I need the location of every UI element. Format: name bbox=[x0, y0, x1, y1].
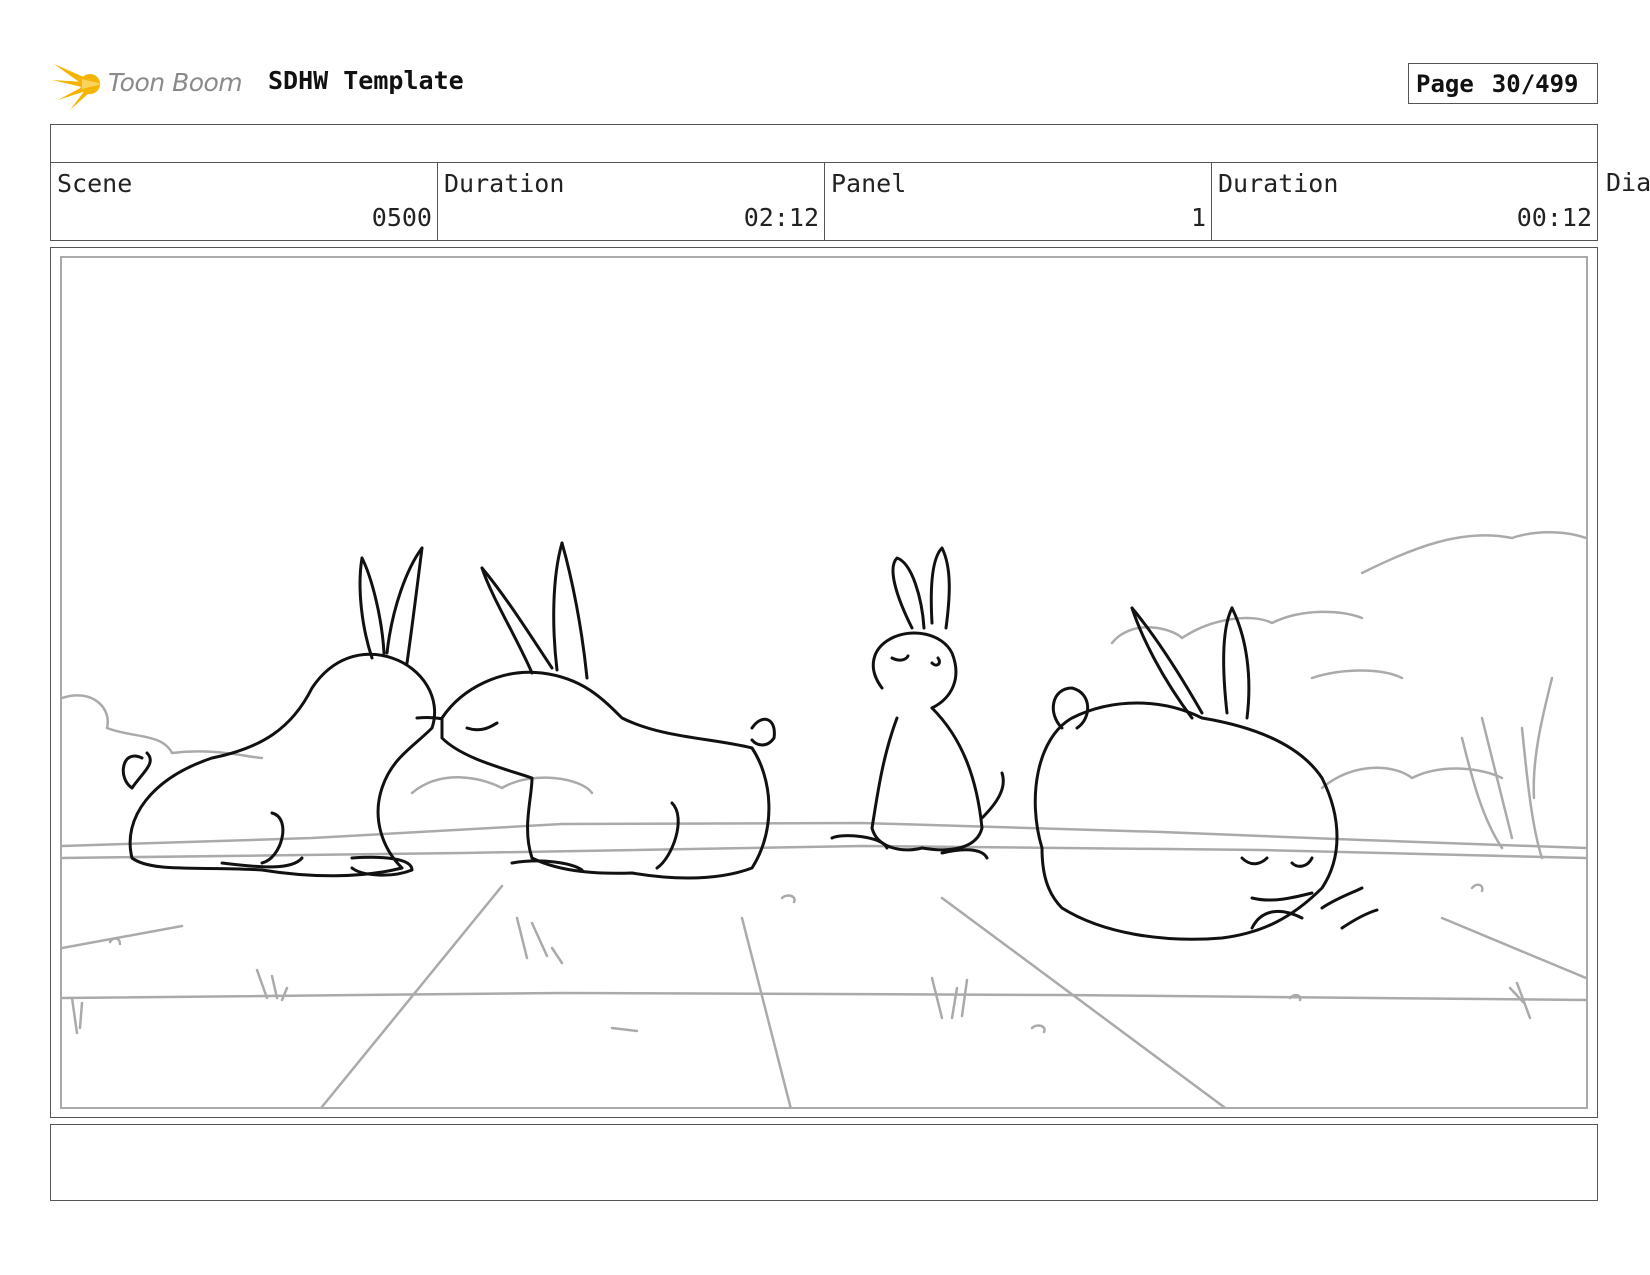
panel-value: 1 bbox=[1190, 203, 1206, 232]
panel-duration-label: Duration bbox=[1218, 169, 1339, 198]
panel-label: Panel bbox=[831, 169, 907, 198]
bunnies bbox=[121, 541, 1379, 941]
scene-duration-cell: Duration 02:12 bbox=[437, 162, 825, 241]
page-indicator: Page 30/499 bbox=[1408, 63, 1598, 104]
document-title: SDHW Template bbox=[268, 66, 464, 95]
page-label: Page bbox=[1416, 69, 1474, 98]
panel-cell: Panel 1 bbox=[824, 162, 1212, 241]
panel-duration-value: 00:12 bbox=[1516, 203, 1592, 232]
bunnies-sketch bbox=[62, 530, 1586, 1107]
page-number: 30/499 bbox=[1491, 69, 1579, 98]
background-sketch bbox=[62, 530, 1586, 1107]
scene-value: 0500 bbox=[371, 203, 432, 232]
scene-duration-label: Duration bbox=[444, 169, 565, 198]
panel-frame bbox=[60, 256, 1588, 1109]
logo-wordmark: Toon Boom bbox=[108, 68, 243, 97]
dialogue-label: Dia bbox=[1606, 168, 1650, 197]
sequence-row bbox=[50, 124, 1598, 163]
scene-info-row: Scene 0500 Duration 02:12 Panel 1 Durati… bbox=[50, 162, 1650, 241]
scene-cell: Scene 0500 bbox=[50, 162, 438, 241]
action-notes-box[interactable] bbox=[50, 1124, 1598, 1201]
storyboard-panel bbox=[50, 247, 1598, 1118]
scene-label: Scene bbox=[57, 169, 133, 198]
panel-duration-cell: Duration 00:12 bbox=[1211, 162, 1598, 241]
scene-duration-value: 02:12 bbox=[743, 203, 819, 232]
sun-star-icon bbox=[52, 64, 102, 110]
